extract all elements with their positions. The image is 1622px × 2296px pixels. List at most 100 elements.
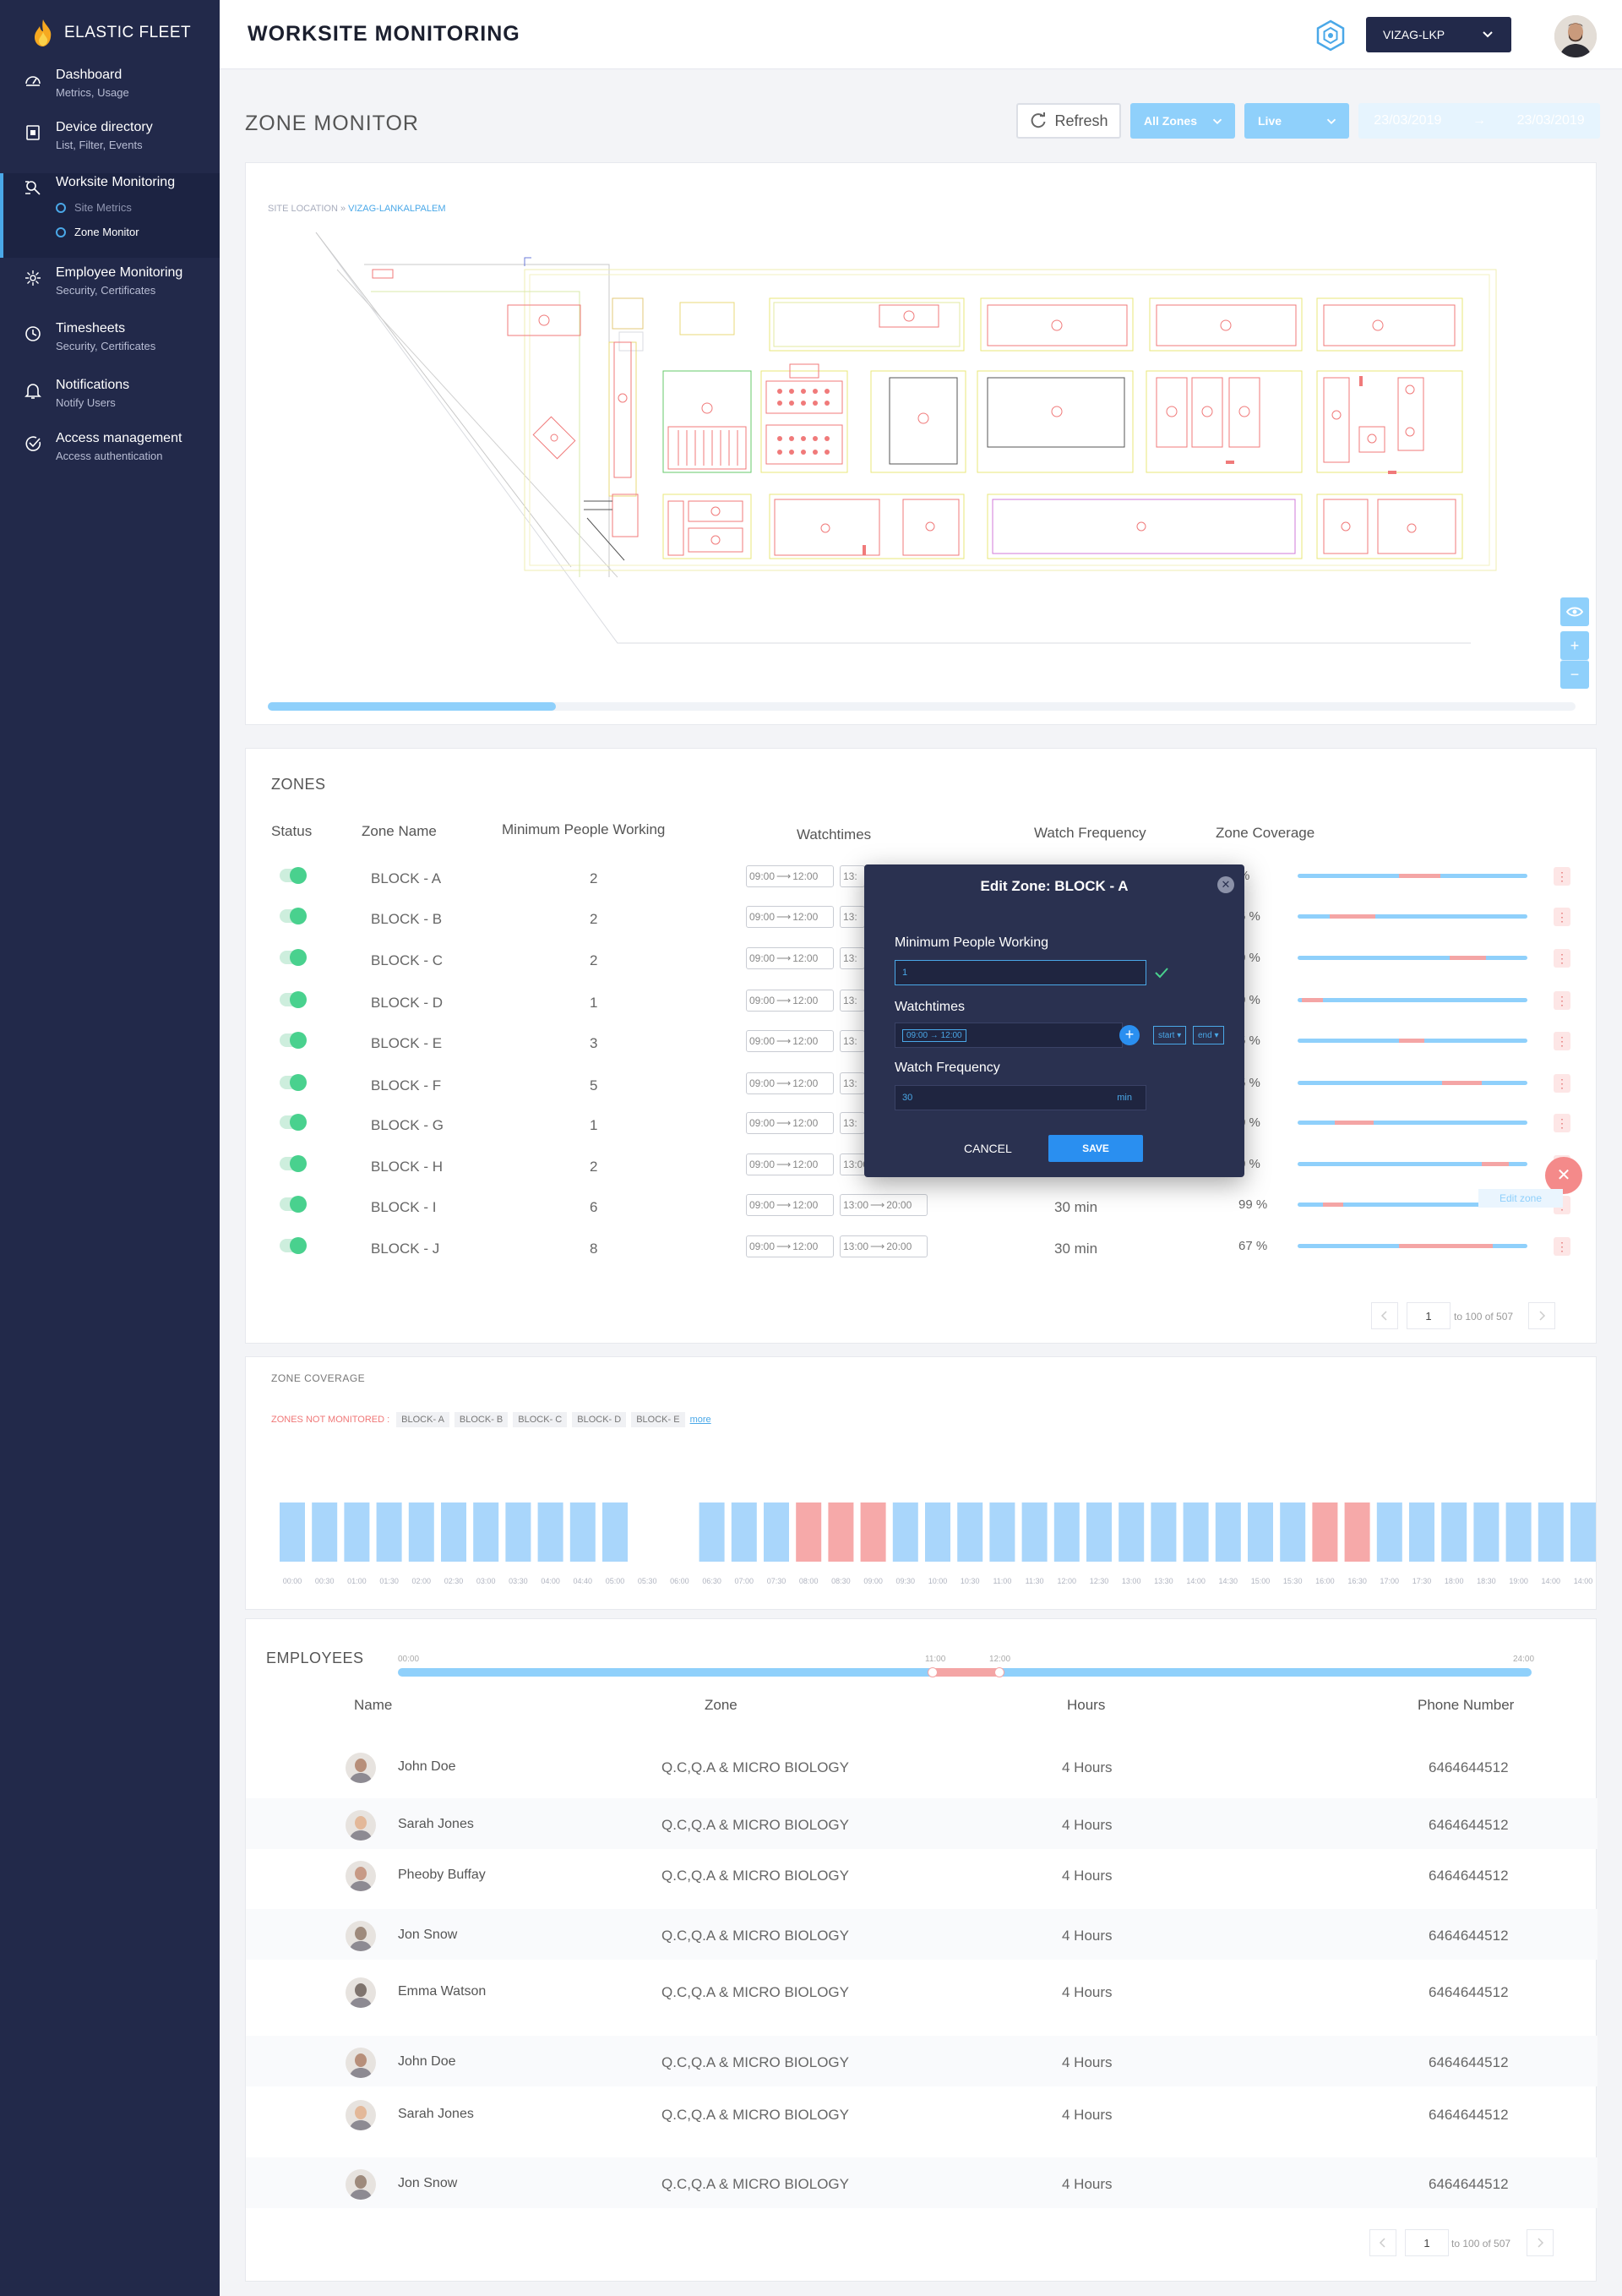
- coverage-bar-23[interactable]: [1021, 1502, 1048, 1562]
- map-scrollbar[interactable]: [268, 702, 1576, 711]
- row-menu-button[interactable]: ⋮: [1554, 1074, 1570, 1093]
- coverage-bar-20[interactable]: [925, 1502, 950, 1562]
- site-floor-plan[interactable]: [246, 163, 1598, 726]
- watchtime-2[interactable]: 13:00⟶20:00: [840, 1235, 928, 1257]
- coverage-bar-13[interactable]: [699, 1502, 725, 1562]
- status-toggle[interactable]: [280, 1196, 307, 1213]
- employee-row[interactable]: Sarah Jones Q.C,Q.A & MICRO BIOLOGY 4 Hour…: [246, 1798, 1598, 1849]
- map-eye-button[interactable]: [1560, 597, 1589, 626]
- coverage-bar-24[interactable]: [1053, 1502, 1080, 1562]
- coverage-bar-18[interactable]: [860, 1502, 886, 1562]
- coverage-bar-25[interactable]: [1086, 1502, 1112, 1562]
- nav-item-access-management[interactable]: Access management Access authentication: [0, 429, 220, 477]
- nav-item-employee-monitoring[interactable]: Employee Monitoring Security, Certificate…: [0, 264, 220, 311]
- employee-name[interactable]: Pheoby Buffay: [398, 1868, 486, 1883]
- status-toggle[interactable]: [280, 1074, 307, 1091]
- emp-pager-prev-button[interactable]: [1369, 2229, 1396, 2256]
- status-toggle[interactable]: [280, 991, 307, 1008]
- date-to[interactable]: 23/03/2019: [1517, 113, 1585, 128]
- row-menu-button[interactable]: ⋮: [1554, 1114, 1570, 1132]
- coverage-bar-4[interactable]: [408, 1502, 434, 1562]
- coverage-bar-27[interactable]: [1151, 1502, 1177, 1562]
- employee-row[interactable]: Jon Snow Q.C,Q.A & MICRO BIOLOGY 4 Hours 64…: [246, 2157, 1598, 2208]
- employee-row[interactable]: John Doe Q.C,Q.A & MICRO BIOLOGY 4 Hours 64…: [246, 1741, 1598, 1792]
- hex-network-icon[interactable]: [1314, 19, 1347, 52]
- employee-row[interactable]: Jon Snow Q.C,Q.A & MICRO BIOLOGY 4 Hours 64…: [246, 1909, 1598, 1960]
- user-avatar[interactable]: [1554, 15, 1597, 57]
- coverage-bar-37[interactable]: [1473, 1502, 1500, 1562]
- status-toggle[interactable]: [280, 1032, 307, 1049]
- status-toggle[interactable]: [280, 1237, 307, 1254]
- coverage-bar-9[interactable]: [569, 1502, 596, 1562]
- coverage-bar-5[interactable]: [441, 1502, 466, 1562]
- mode-select[interactable]: Live: [1244, 103, 1349, 139]
- site-select[interactable]: VIZAG-LKP: [1366, 17, 1511, 52]
- emp-pager-page-input[interactable]: 1: [1405, 2229, 1449, 2256]
- map-zoom-in-button[interactable]: +: [1560, 631, 1589, 660]
- watchtime-1[interactable]: 09:00 ⟶ 12:00: [746, 1235, 834, 1257]
- watchtime-2[interactable]: 13:: [840, 1072, 865, 1094]
- row-menu-button[interactable]: ⋮: [1554, 1237, 1570, 1256]
- zone-row[interactable]: BLOCK - I 6 09:00 ⟶ 12:00 13:00 ⟶ 20:00 30 min 99…: [246, 1187, 1598, 1228]
- watchtime-1[interactable]: 09:00 ⟶ 12:00: [746, 1194, 834, 1216]
- coverage-bar-34[interactable]: [1376, 1502, 1402, 1562]
- employee-name[interactable]: Sarah Jones: [398, 1817, 474, 1832]
- row-menu-button[interactable]: ⋮: [1554, 1032, 1570, 1050]
- coverage-bar-28[interactable]: [1183, 1502, 1209, 1562]
- coverage-bar-36[interactable]: [1441, 1502, 1467, 1562]
- coverage-bar-7[interactable]: [505, 1502, 531, 1562]
- watchtime-1[interactable]: 09:00 ⟶ 12:00: [746, 1030, 834, 1052]
- pager-next-button[interactable]: [1528, 1302, 1555, 1329]
- watchtimes-input[interactable]: 09:00 → 12:00: [895, 1023, 1123, 1048]
- coverage-bar-29[interactable]: [1215, 1502, 1241, 1562]
- nav-item-worksite-monitoring[interactable]: Worksite Monitoring Site Metrics Zone Moni…: [0, 173, 220, 258]
- coverage-bar-38[interactable]: [1505, 1502, 1532, 1562]
- coverage-bar-0[interactable]: [280, 1502, 305, 1562]
- status-toggle[interactable]: [280, 867, 307, 884]
- emp-pager-next-button[interactable]: [1527, 2229, 1554, 2256]
- coverage-bar-3[interactable]: [376, 1502, 402, 1562]
- map-zoom-out-button[interactable]: −: [1560, 660, 1589, 689]
- watchtime-1[interactable]: 09:00 ⟶ 12:00: [746, 1153, 834, 1175]
- row-menu-button[interactable]: ⋮: [1554, 867, 1570, 886]
- watchtime-1[interactable]: 09:00 ⟶ 12:00: [746, 865, 834, 887]
- add-watchtime-button[interactable]: +: [1119, 1025, 1140, 1045]
- watchtime-2[interactable]: 13:: [840, 947, 865, 969]
- coverage-bar-15[interactable]: [764, 1502, 789, 1562]
- brand[interactable]: ELASTIC FLEET: [0, 0, 220, 66]
- watchtime-2[interactable]: 13:: [840, 906, 865, 928]
- date-range-picker[interactable]: 23/03/2019 → 23/03/2019: [1358, 103, 1600, 139]
- watchtime-2[interactable]: 13:: [840, 1112, 865, 1134]
- coverage-bar-39[interactable]: [1538, 1502, 1564, 1562]
- coverage-bar-1[interactable]: [312, 1502, 338, 1562]
- zone-filter-select[interactable]: All Zones: [1130, 103, 1235, 139]
- cancel-button[interactable]: CANCEL: [964, 1142, 1012, 1155]
- employee-name[interactable]: John Doe: [398, 2054, 456, 2070]
- watchtime-2[interactable]: 13:: [840, 990, 865, 1012]
- employee-row[interactable]: Emma Watson Q.C,Q.A & MICRO BIOLOGY 4 Hour…: [246, 1966, 1598, 2016]
- coverage-bar-8[interactable]: [537, 1502, 563, 1562]
- watchtime-2[interactable]: 13:: [840, 865, 865, 887]
- nav-item-device-directory[interactable]: Device directory List, Filter, Events: [0, 118, 220, 166]
- row-menu-button[interactable]: ⋮: [1554, 908, 1570, 926]
- coverage-bar-21[interactable]: [957, 1502, 983, 1562]
- subnav-item-zone-monitor[interactable]: Zone Monitor: [56, 220, 175, 244]
- watchtime-chip[interactable]: 09:00 → 12:00: [902, 1028, 966, 1042]
- status-toggle[interactable]: [280, 908, 307, 924]
- watchtime-2[interactable]: 13:: [840, 1030, 865, 1052]
- row-menu-button[interactable]: ⋮: [1554, 949, 1570, 968]
- min-people-input[interactable]: 1: [895, 960, 1146, 985]
- modal-close-button[interactable]: ✕: [1217, 876, 1234, 893]
- refresh-button[interactable]: Refresh: [1016, 103, 1121, 139]
- watchtime-1[interactable]: 09:00 ⟶ 12:00: [746, 1072, 834, 1094]
- start-time-select[interactable]: start ▾: [1153, 1026, 1187, 1044]
- coverage-bar-32[interactable]: [1312, 1502, 1338, 1562]
- employee-name[interactable]: John Doe: [398, 1759, 456, 1775]
- employee-name[interactable]: Jon Snow: [398, 1928, 457, 1943]
- slider-handle-start[interactable]: [928, 1667, 938, 1677]
- coverage-bar-33[interactable]: [1344, 1502, 1370, 1562]
- coverage-bar-30[interactable]: [1248, 1502, 1273, 1562]
- status-toggle[interactable]: [280, 1114, 307, 1131]
- date-from[interactable]: 23/03/2019: [1374, 113, 1441, 128]
- pager-page-input[interactable]: 1: [1407, 1302, 1451, 1329]
